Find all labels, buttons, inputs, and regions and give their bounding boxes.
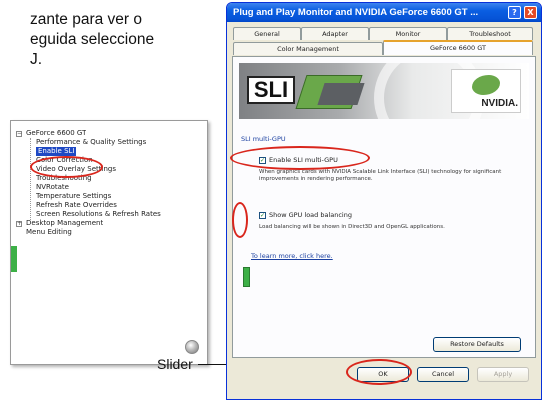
enable-sli-description: When graphics cards with NVIDIA Scalable…	[259, 169, 502, 182]
window-titlebar[interactable]: Plug and Play Monitor and NVIDIA GeForce…	[227, 3, 541, 22]
highlight-oval-tree	[30, 156, 103, 178]
collapse-icon[interactable]: −	[16, 131, 22, 137]
apply-button[interactable]: Apply	[477, 367, 529, 382]
nvidia-tray-icon	[185, 340, 199, 354]
restore-defaults-button[interactable]: Restore Defaults	[433, 337, 521, 352]
tree-item-refresh-overrides[interactable]: Refresh Rate Overrides	[36, 201, 117, 210]
tree-item-root[interactable]: GeForce 6600 GT	[26, 129, 86, 138]
geforce-tab-page: SLI NVIDIA. SLI multi-GPU ✓ Enable SLI m…	[232, 56, 536, 358]
instruction-line: zante para ver o	[30, 11, 143, 28]
tab-monitor[interactable]: Monitor	[369, 27, 447, 40]
tree-item-enable-sli[interactable]: Enable SLI	[36, 147, 77, 156]
expand-icon[interactable]: +	[16, 221, 22, 227]
tab-row-2: Color Management GeForce 6600 GT	[233, 40, 533, 55]
tab-geforce[interactable]: GeForce 6600 GT	[383, 40, 533, 55]
show-balancing-label[interactable]: Show GPU load balancing	[269, 211, 419, 219]
tree-item-nvrotate[interactable]: NVRotate	[36, 183, 69, 192]
instruction-text: zante para ver o eguida seleccione J.	[0, 10, 205, 70]
tab-row-1: General Adapter Monitor Troubleshoot	[233, 27, 533, 40]
learn-more-link[interactable]: To learn more, click here.	[251, 252, 333, 260]
window-title: Plug and Play Monitor and NVIDIA GeForce…	[233, 7, 479, 18]
tab-color-management[interactable]: Color Management	[233, 42, 383, 55]
graphics-card-image	[317, 83, 365, 105]
show-balancing-checkbox[interactable]: ✓	[259, 212, 266, 219]
sli-banner: SLI NVIDIA.	[239, 63, 529, 119]
tree-item-menu-editing[interactable]: Menu Editing	[26, 228, 72, 237]
show-balancing-description: Load balancing will be shown in Direct3D…	[259, 224, 445, 230]
sli-logo: SLI	[247, 76, 295, 104]
tab-general[interactable]: General	[233, 27, 301, 40]
instruction-line: eguida seleccione	[30, 31, 155, 48]
cancel-button[interactable]: Cancel	[417, 367, 469, 382]
close-button[interactable]: X	[524, 6, 537, 19]
nvidia-logo: NVIDIA.	[451, 69, 521, 113]
tab-troubleshoot[interactable]: Troubleshoot	[447, 27, 533, 40]
highlight-oval-enable-sli	[230, 146, 370, 170]
help-button[interactable]: ?	[508, 6, 521, 19]
instruction-line: J.	[30, 51, 43, 68]
slider-callout-label: Slider	[157, 356, 193, 372]
tree-item-temperature[interactable]: Temperature Settings	[36, 192, 111, 201]
tab-adapter[interactable]: Adapter	[301, 27, 369, 40]
nvidia-logo-text: NVIDIA.	[481, 98, 518, 109]
tree-slider-indicator[interactable]	[11, 246, 17, 272]
tree-item-screen-resolutions[interactable]: Screen Resolutions & Refresh Rates	[36, 210, 161, 219]
settings-tree-panel: − GeForce 6600 GT Performance & Quality …	[10, 120, 208, 365]
tree-item-desktop-management[interactable]: Desktop Management	[26, 219, 103, 228]
highlight-oval-slider	[232, 202, 248, 238]
tree-connector	[30, 138, 31, 220]
tree-item-performance[interactable]: Performance & Quality Settings	[36, 138, 146, 147]
balancing-slider[interactable]	[243, 267, 250, 287]
highlight-oval-ok	[346, 359, 412, 385]
nvidia-eye-icon	[472, 75, 500, 95]
display-properties-window: Plug and Play Monitor and NVIDIA GeForce…	[226, 2, 542, 400]
sli-group-label: SLI multi-GPU	[241, 135, 286, 143]
